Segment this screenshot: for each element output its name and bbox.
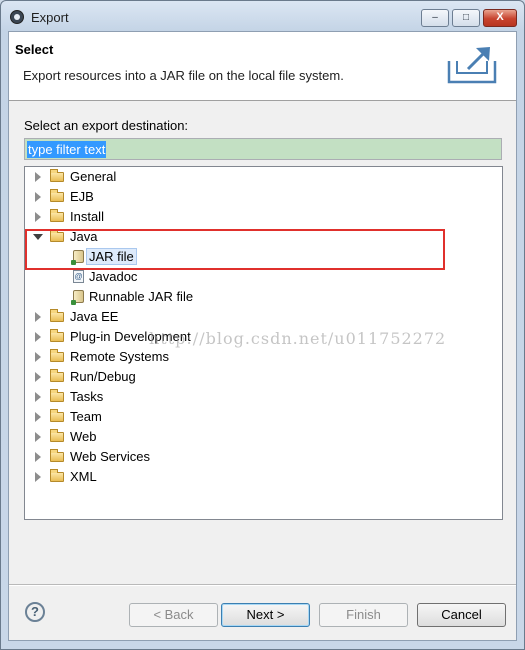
- tree-item-general[interactable]: General: [25, 167, 502, 187]
- wizard-banner: Select Export resources into a JAR file …: [9, 32, 516, 101]
- filter-input[interactable]: type filter text: [24, 138, 502, 160]
- jar-icon: [71, 250, 84, 265]
- tree-item-xml[interactable]: XML: [25, 467, 502, 487]
- page-title: Select: [15, 42, 54, 57]
- tree-item-label: Java EE: [70, 309, 119, 324]
- folder-icon: [50, 449, 64, 462]
- folder-icon: [50, 329, 64, 342]
- tree-item-label: General: [70, 169, 117, 184]
- folder-icon: [50, 189, 64, 202]
- cancel-button[interactable]: Cancel: [417, 603, 506, 627]
- window-title: Export: [31, 10, 69, 25]
- expand-arrow-icon[interactable]: [35, 212, 41, 222]
- help-icon[interactable]: ?: [25, 602, 45, 622]
- tree-item-tasks[interactable]: Tasks: [25, 387, 502, 407]
- javadoc-icon: @: [73, 270, 84, 283]
- expand-arrow-icon[interactable]: [35, 172, 41, 182]
- tree-item-web-services[interactable]: Web Services: [25, 447, 502, 467]
- folder-icon: [50, 389, 64, 402]
- folder-icon: [50, 409, 64, 422]
- expand-arrow-icon[interactable]: [35, 192, 41, 202]
- tree-item-label: XML: [70, 469, 97, 484]
- finish-button[interactable]: Finish: [319, 603, 408, 627]
- tree-item-label: Javadoc: [89, 269, 138, 284]
- tree-item-java[interactable]: Java: [25, 227, 502, 247]
- expand-arrow-icon[interactable]: [35, 392, 41, 402]
- tree-item-web[interactable]: Web: [25, 427, 502, 447]
- folder-icon: [50, 209, 64, 222]
- tree-item-jar-file[interactable]: JAR file: [25, 247, 502, 267]
- next-button[interactable]: Next >: [221, 603, 310, 627]
- expand-arrow-icon[interactable]: [35, 432, 41, 442]
- page-description: Export resources into a JAR file on the …: [23, 68, 344, 83]
- expand-arrow-icon[interactable]: [35, 312, 41, 322]
- folder-icon: [50, 429, 64, 442]
- dialog-body: Select Export resources into a JAR file …: [8, 31, 517, 641]
- back-button[interactable]: < Back: [129, 603, 218, 627]
- jar-icon: [71, 290, 84, 305]
- expand-arrow-icon[interactable]: [35, 372, 41, 382]
- tree-item-install[interactable]: Install: [25, 207, 502, 227]
- tree-item-label: Web: [70, 429, 97, 444]
- tree-item-label: Install: [70, 209, 104, 224]
- tree-item-team[interactable]: Team: [25, 407, 502, 427]
- collapse-arrow-icon[interactable]: [33, 234, 43, 240]
- close-button[interactable]: X: [483, 9, 517, 27]
- tree-item-runnable-jar-file[interactable]: Runnable JAR file: [25, 287, 502, 307]
- folder-icon: [50, 349, 64, 362]
- watermark-text: http://blog.csdn.net/u011752272: [149, 329, 447, 348]
- export-dialog: Export ‒ □ X Select Export resources int…: [0, 0, 525, 650]
- tree-item-ejb[interactable]: EJB: [25, 187, 502, 207]
- title-bar[interactable]: Export ‒ □ X: [1, 1, 524, 31]
- destination-label: Select an export destination:: [24, 118, 189, 133]
- expand-arrow-icon[interactable]: [35, 452, 41, 462]
- tree-item-label: Runnable JAR file: [89, 289, 194, 304]
- expand-arrow-icon[interactable]: [35, 352, 41, 362]
- tree-item-label: Web Services: [70, 449, 150, 464]
- tree-item-javadoc[interactable]: @ Javadoc: [25, 267, 502, 287]
- minimize-button[interactable]: ‒: [421, 9, 449, 27]
- export-icon: [447, 47, 497, 84]
- folder-icon: [50, 469, 64, 482]
- tree-item-label: JAR file: [86, 248, 137, 265]
- folder-icon: [50, 309, 64, 322]
- expand-arrow-icon[interactable]: [35, 412, 41, 422]
- tree-item-label: EJB: [70, 189, 94, 204]
- tree-item-label: Java: [70, 229, 98, 244]
- tree-item-label: Team: [70, 409, 102, 424]
- expand-arrow-icon[interactable]: [35, 472, 41, 482]
- expand-arrow-icon[interactable]: [35, 332, 41, 342]
- tree-item-remote-systems[interactable]: Remote Systems: [25, 347, 502, 367]
- tree-item-label: Tasks: [70, 389, 104, 404]
- eclipse-icon: [10, 10, 24, 24]
- folder-icon: [50, 369, 64, 382]
- tree-item-java-ee[interactable]: Java EE: [25, 307, 502, 327]
- maximize-button[interactable]: □: [452, 9, 480, 27]
- footer-separator: [9, 584, 516, 586]
- tree-item-run-debug[interactable]: Run/Debug: [25, 367, 502, 387]
- tree-item-label: Run/Debug: [70, 369, 136, 384]
- folder-icon: [50, 229, 64, 242]
- filter-text: type filter text: [27, 140, 107, 158]
- folder-icon: [50, 169, 64, 182]
- tree-item-label: Remote Systems: [70, 349, 169, 364]
